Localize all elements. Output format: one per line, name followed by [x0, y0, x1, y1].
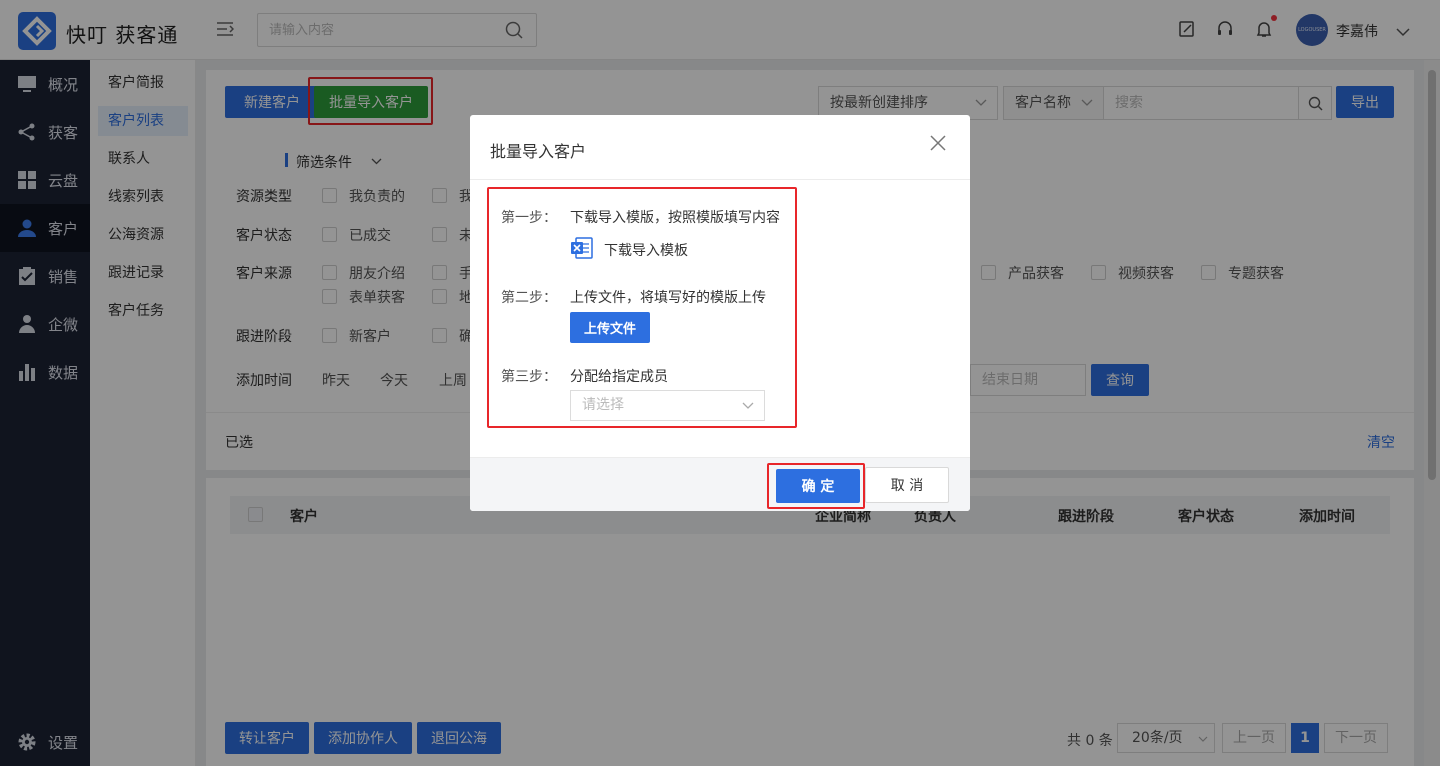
dialog-title: 批量导入客户 — [490, 142, 587, 161]
cancel-button[interactable]: 取 消 — [865, 467, 949, 503]
step-2-label: 第二步： — [501, 290, 557, 306]
divider — [470, 179, 970, 180]
excel-icon[interactable] — [570, 236, 594, 264]
batch-import-dialog: 批量导入客户 第一步： 下载导入模版，按照模版填写内容 下载导入模板 第二步： … — [470, 115, 970, 511]
step-2-text: 上传文件，将填写好的模版上传 — [570, 290, 766, 306]
step-1-label: 第一步： — [501, 210, 557, 226]
chevron-down-icon — [742, 402, 754, 409]
confirm-button[interactable]: 确 定 — [776, 469, 860, 503]
download-template-link[interactable]: 下载导入模板 — [604, 240, 688, 260]
step-3-text: 分配给指定成员 — [570, 369, 668, 385]
step-1-text: 下载导入模版，按照模版填写内容 — [570, 210, 780, 226]
assign-member-placeholder: 请选择 — [582, 397, 624, 413]
upload-file-button[interactable]: 上传文件 — [570, 312, 650, 343]
step-3-label: 第三步： — [501, 369, 557, 385]
assign-member-select[interactable]: 请选择 — [570, 390, 765, 421]
close-icon[interactable] — [929, 134, 947, 156]
dialog-footer: 确 定 取 消 — [470, 457, 970, 511]
